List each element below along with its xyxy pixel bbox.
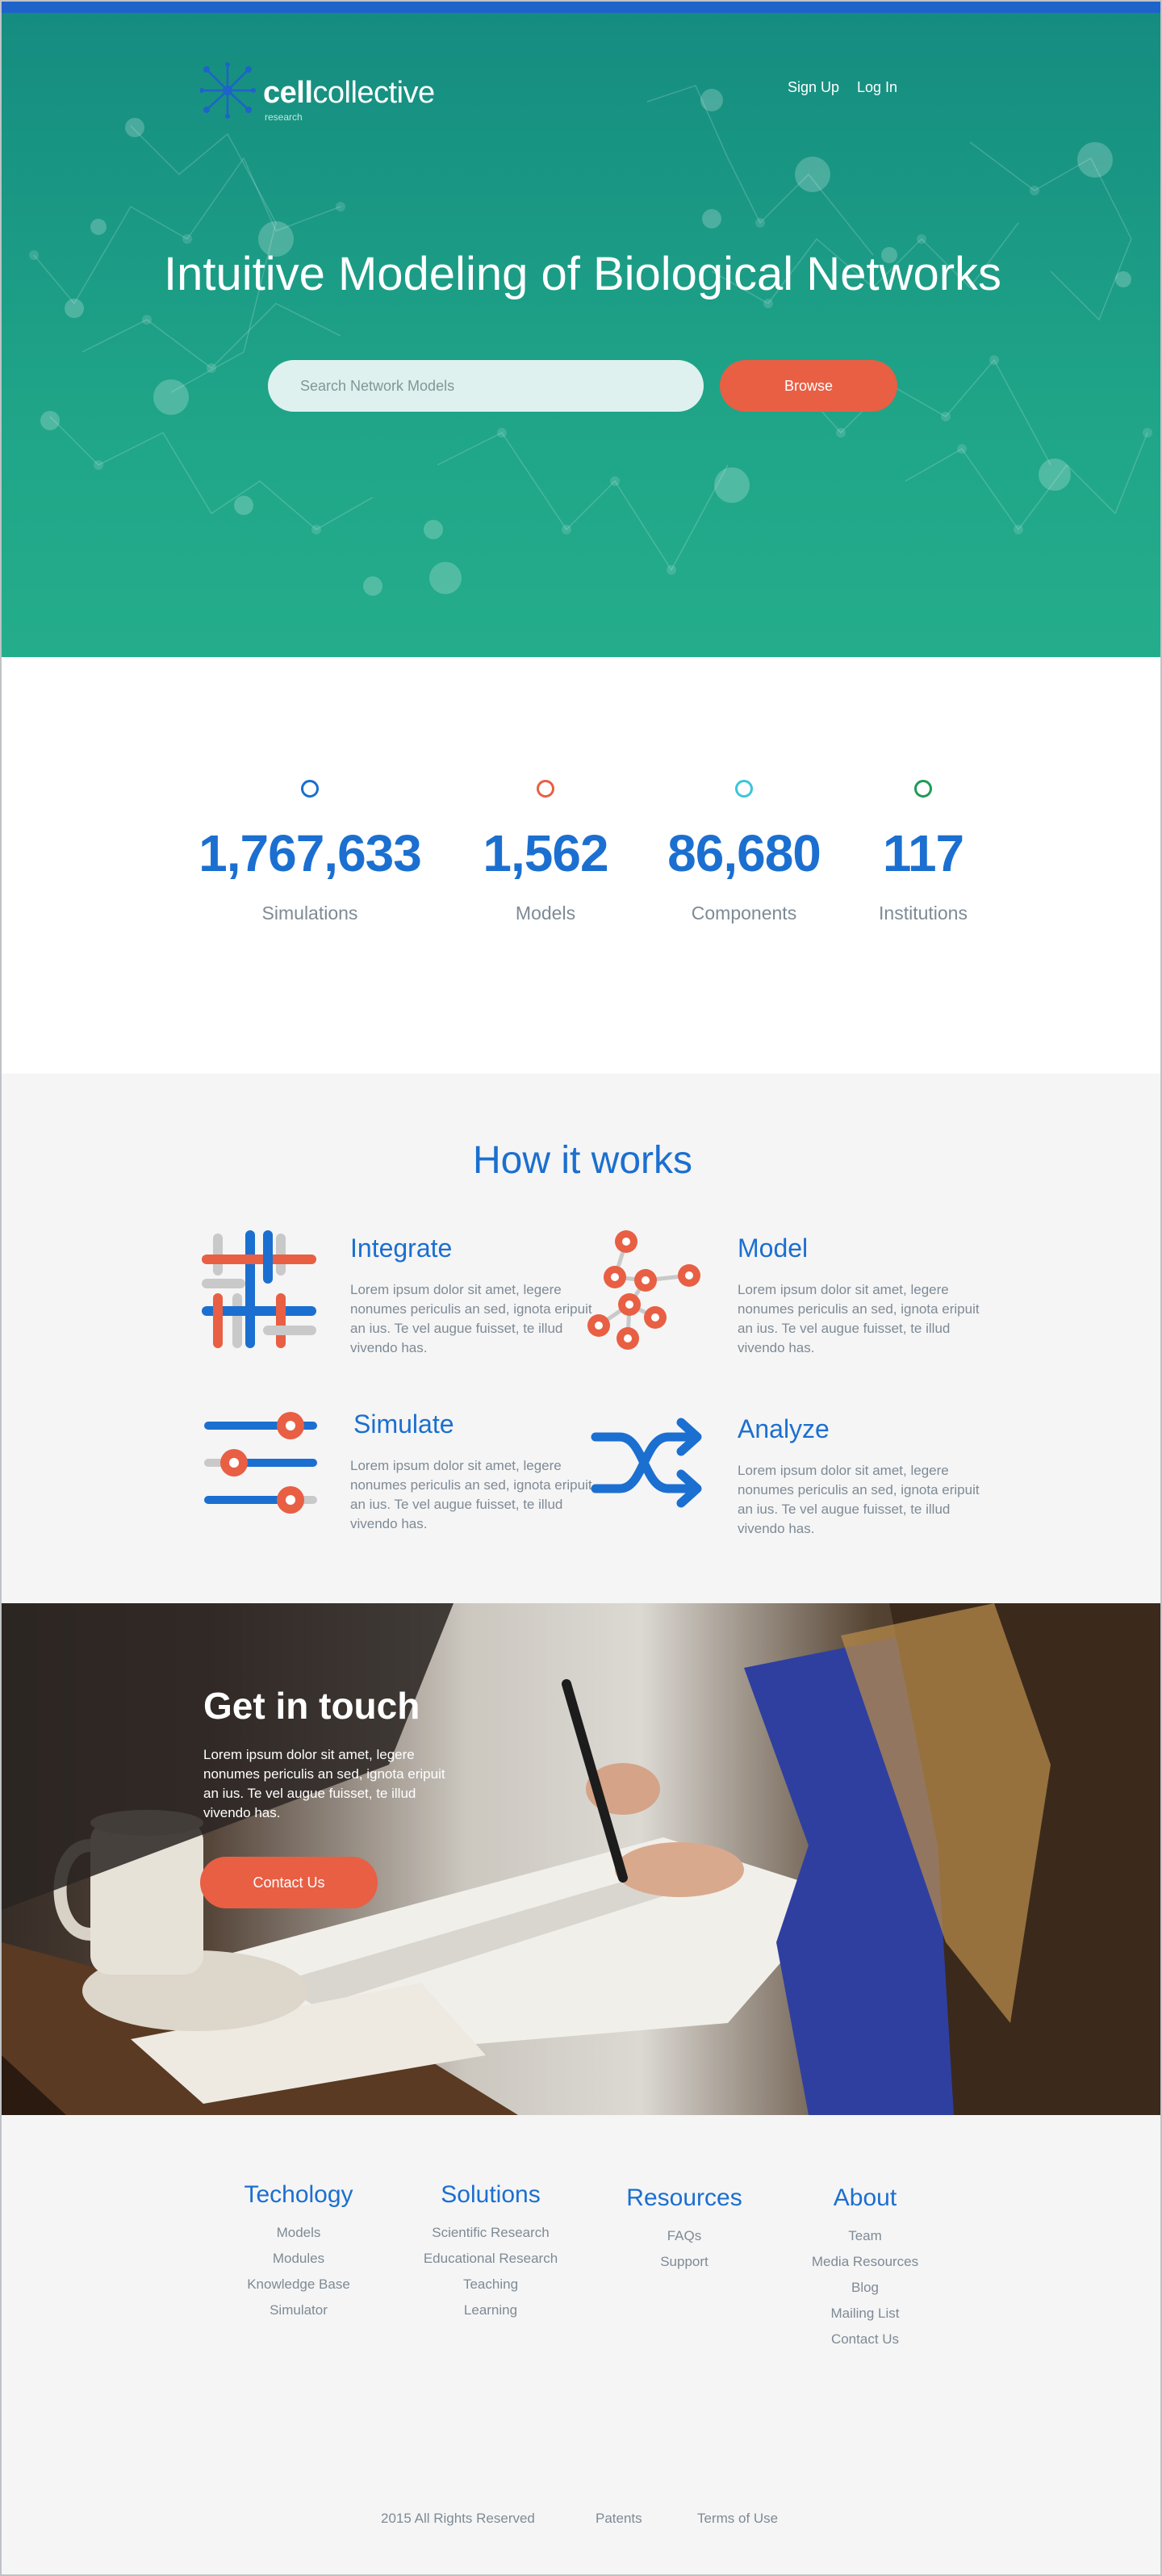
circle-icon	[735, 780, 753, 798]
network-background-graphic	[29, 85, 1152, 596]
login-link[interactable]: Log In	[857, 79, 897, 96]
brand-subline: research	[265, 111, 303, 123]
stat-label: Simulations	[261, 903, 358, 924]
stat-label: Institutions	[879, 903, 968, 924]
feature-text: Lorem ipsum dolor sit amet, legere nonum…	[350, 1282, 592, 1355]
circle-icon	[537, 780, 554, 798]
footer-link[interactable]: Modules	[194, 2246, 403, 2272]
feature-text: Lorem ipsum dolor sit amet, legere nonum…	[738, 1463, 980, 1536]
hero-title: Intuitive Modeling of Biological Network…	[163, 248, 1002, 300]
footer-link[interactable]: Contact Us	[760, 2327, 970, 2352]
workspace-photo	[2, 1603, 1160, 2115]
cell-network-logo-icon	[200, 62, 256, 119]
footer-link[interactable]: Media Resources	[760, 2249, 970, 2275]
shuffle-icon	[591, 1418, 702, 1508]
footer-column-about: About Team Media Resources Blog Mailing …	[760, 2184, 970, 2352]
footer-column-title: Solutions	[441, 2181, 541, 2208]
feature-simulate: Simulate Lorem ipsum dolor sit amet, leg…	[200, 1406, 604, 1544]
integrate-icon	[202, 1230, 316, 1348]
stat-institutions: 117 Institutions	[794, 780, 1052, 924]
top-accent-bar	[2, 2, 1160, 13]
footer-link[interactable]: FAQs	[579, 2223, 789, 2249]
footer-link[interactable]: Scientific Research	[386, 2220, 596, 2246]
browse-button[interactable]: Browse	[720, 360, 897, 412]
feature-text: Lorem ipsum dolor sit amet, legere nonum…	[350, 1458, 592, 1531]
sliders-icon	[204, 1412, 317, 1514]
footer-link[interactable]: Educational Research	[386, 2246, 596, 2272]
network-model-icon	[587, 1230, 700, 1350]
contact-us-button[interactable]: Contact Us	[200, 1857, 378, 1908]
stats-section: 1,767,633 Simulations 1,562 Models 86,68…	[2, 657, 1160, 1074]
stat-simulations: 1,767,633 Simulations	[181, 780, 439, 924]
search-input[interactable]	[268, 360, 704, 412]
stat-value: 117	[882, 824, 964, 882]
footer-column-resources: Resources FAQs Support	[579, 2184, 789, 2275]
footer-column-title: About	[833, 2184, 897, 2211]
feature-title: Simulate	[353, 1409, 454, 1439]
page: cellcollective research Sign Up Log In I…	[0, 0, 1162, 2576]
footer-link[interactable]: Teaching	[386, 2272, 596, 2297]
footer-link[interactable]: Blog	[760, 2275, 970, 2301]
footer-link[interactable]: Support	[579, 2249, 789, 2275]
circle-icon	[301, 780, 319, 798]
footer-column-title: Resources	[626, 2184, 742, 2211]
footer-link[interactable]: Mailing List	[760, 2301, 970, 2327]
footer-link[interactable]: Models	[194, 2220, 403, 2246]
footer-link[interactable]: Simulator	[194, 2297, 403, 2323]
feature-model: Model Lorem ipsum dolor sit amet, legere…	[587, 1230, 991, 1368]
feature-text: Lorem ipsum dolor sit amet, legere nonum…	[738, 1282, 980, 1355]
section-title: How it works	[472, 1139, 693, 1182]
contact-section: Get in touch Lorem ipsum dolor sit amet,…	[2, 1603, 1160, 2115]
contact-text: Lorem ipsum dolor sit amet, legere nonum…	[203, 1747, 445, 1820]
brand-name: cellcollective	[263, 76, 435, 110]
footer-column-technology: Techology Models Modules Knowledge Base …	[194, 2181, 403, 2323]
feature-integrate: Integrate Lorem ipsum dolor sit amet, le…	[200, 1230, 604, 1368]
patents-link[interactable]: Patents	[596, 2511, 642, 2527]
footer-column-solutions: Solutions Scientific Research Educationa…	[386, 2181, 596, 2323]
how-it-works-section: How it works Integrate Lorem ipsum dolor…	[2, 1074, 1160, 1603]
hero-section: cellcollective research Sign Up Log In I…	[2, 13, 1160, 657]
footer-link[interactable]: Learning	[386, 2297, 596, 2323]
terms-link[interactable]: Terms of Use	[697, 2511, 778, 2527]
signup-link[interactable]: Sign Up	[788, 79, 839, 96]
stat-value: 1,767,633	[199, 824, 422, 882]
feature-title: Integrate	[350, 1234, 453, 1263]
feature-title: Analyze	[738, 1414, 830, 1443]
feature-analyze: Analyze Lorem ipsum dolor sit amet, lege…	[587, 1406, 991, 1552]
footer-column-title: Techology	[244, 2181, 353, 2208]
footer: Techology Models Modules Knowledge Base …	[2, 2115, 1160, 2574]
footer-link[interactable]: Knowledge Base	[194, 2272, 403, 2297]
contact-title: Get in touch	[203, 1685, 420, 1727]
circle-icon	[914, 780, 932, 798]
feature-title: Model	[738, 1234, 809, 1263]
footer-link[interactable]: Team	[760, 2223, 970, 2249]
copyright-text: 2015 All Rights Reserved	[381, 2511, 535, 2526]
